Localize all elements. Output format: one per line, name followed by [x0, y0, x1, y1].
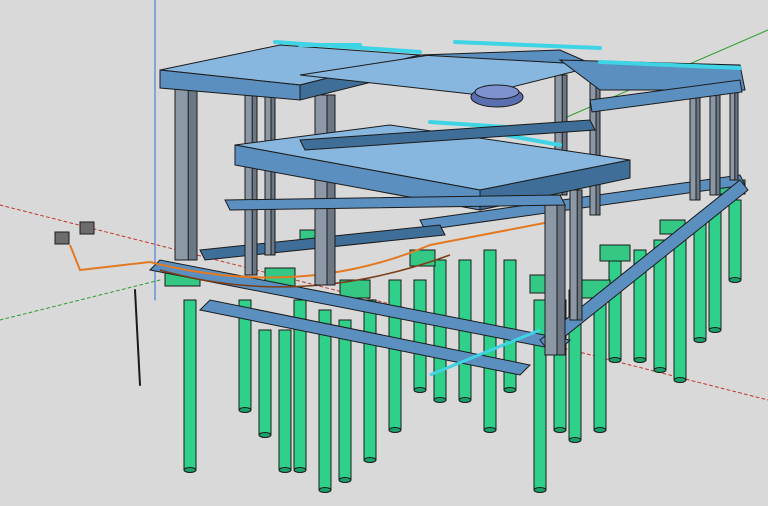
- pile-base: [483, 427, 497, 433]
- junction-box: [54, 231, 70, 245]
- pile: [318, 309, 332, 491]
- pile-base: [258, 432, 272, 438]
- pile-base: [293, 467, 307, 473]
- roof-pipe: [453, 40, 602, 50]
- pile: [673, 229, 687, 381]
- column-shade: [251, 94, 258, 276]
- pile: [183, 299, 197, 471]
- model-scene[interactable]: [0, 0, 768, 506]
- pile-base: [183, 467, 197, 473]
- pile: [533, 299, 547, 491]
- column-shade: [556, 204, 566, 356]
- column-shade: [187, 69, 198, 261]
- vertical-rod: [134, 289, 141, 386]
- pile-base: [318, 487, 332, 493]
- pile: [693, 219, 707, 341]
- column-shade: [576, 189, 583, 321]
- pile: [258, 329, 272, 436]
- pile: [338, 319, 352, 481]
- pile-base: [363, 457, 377, 463]
- drain-pipe: [69, 244, 151, 272]
- pile-base: [278, 467, 292, 473]
- junction-box: [79, 221, 95, 235]
- pile-base: [653, 367, 667, 373]
- water-tank-top: [474, 84, 520, 100]
- column-shade: [326, 94, 336, 286]
- pile: [708, 209, 722, 331]
- pile-base: [553, 427, 567, 433]
- pile-base: [433, 397, 447, 403]
- pile-base: [413, 387, 427, 393]
- pile-base: [608, 357, 622, 363]
- pile-base: [533, 487, 547, 493]
- column-shade: [595, 74, 601, 216]
- pile-base: [388, 427, 402, 433]
- column-shade: [270, 94, 276, 256]
- pile: [388, 279, 402, 431]
- pile-base: [708, 327, 722, 333]
- pile: [278, 329, 292, 471]
- pile: [608, 259, 622, 361]
- pile-base: [693, 337, 707, 343]
- pile: [483, 249, 497, 431]
- pile: [433, 259, 447, 401]
- 3d-viewport[interactable]: [0, 0, 768, 506]
- pile-base: [503, 387, 517, 393]
- pile-base: [673, 377, 687, 383]
- pile-base: [593, 427, 607, 433]
- pile: [728, 199, 742, 281]
- pile-base: [238, 407, 252, 413]
- pile-base: [728, 277, 742, 283]
- pile: [363, 299, 377, 461]
- pile-base: [458, 397, 472, 403]
- pile-base: [633, 357, 647, 363]
- pile-base: [338, 477, 352, 483]
- pile-cap: [599, 244, 631, 262]
- pile-base: [568, 437, 582, 443]
- pile: [413, 279, 427, 391]
